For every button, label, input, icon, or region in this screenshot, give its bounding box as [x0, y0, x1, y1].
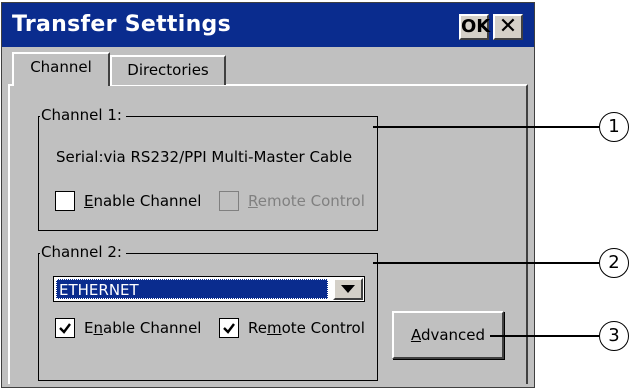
- channel-2-enable-label[interactable]: Enable Channel: [84, 319, 201, 337]
- mnemonic-letter: n: [93, 319, 103, 337]
- dropdown-toggle-button[interactable]: [333, 278, 363, 300]
- channel-1-info: Serial:via RS232/PPI Multi-Master Cable: [56, 148, 353, 166]
- checkmark-icon: [223, 323, 235, 334]
- mnemonic-prefix: Re: [248, 319, 267, 337]
- channel-1-remote-label: Remote Control: [248, 192, 365, 210]
- checkmark-icon: [59, 323, 71, 334]
- close-button[interactable]: ✕: [493, 14, 523, 40]
- channel-1-group: [38, 116, 378, 231]
- callout-1-leader: [373, 126, 599, 128]
- mnemonic-letter: m: [266, 319, 282, 337]
- close-icon: ✕: [498, 14, 518, 39]
- advanced-button[interactable]: Advanced: [392, 311, 504, 359]
- tab-channel[interactable]: Channel: [12, 52, 110, 86]
- mnemonic-suffix: ote Control: [281, 319, 365, 337]
- callout-1-marker: 1: [599, 112, 629, 142]
- channel-2-remote-label[interactable]: Remote Control: [248, 319, 365, 337]
- channel-1-enable-checkbox[interactable]: [55, 191, 75, 211]
- screenshot-stage: Transfer Settings OK ✕ Directories Chann…: [0, 0, 631, 388]
- channel-2-remote-checkbox[interactable]: [219, 318, 239, 338]
- mnemonic-suffix: nable Channel: [93, 192, 202, 210]
- callout-3-marker: 3: [599, 321, 629, 351]
- ok-button[interactable]: OK: [459, 14, 490, 40]
- channel-2-label: Channel 2:: [40, 243, 126, 261]
- mnemonic-suffix: able Channel: [103, 319, 202, 337]
- mnemonic-letter: A: [410, 326, 421, 344]
- title-bar[interactable]: Transfer Settings OK ✕: [2, 3, 534, 47]
- callout-2-marker: 2: [599, 248, 629, 278]
- mnemonic-suffix: dvanced: [420, 326, 486, 344]
- channel-1-enable-label[interactable]: Enable Channel: [84, 192, 201, 210]
- channel-2-enable-checkbox[interactable]: [55, 318, 75, 338]
- dropdown-selected-value: ETHERNET: [56, 279, 328, 299]
- window-title: Transfer Settings: [12, 12, 231, 37]
- channel-2-group: [38, 253, 378, 381]
- channel-1-label: Channel 1:: [40, 106, 126, 124]
- callout-2-leader: [373, 262, 599, 264]
- mnemonic-letter: R: [248, 192, 258, 210]
- callout-3-leader: [490, 335, 599, 337]
- chevron-down-icon: [341, 285, 355, 293]
- channel-2-protocol-dropdown[interactable]: ETHERNET: [53, 276, 365, 302]
- tab-directories[interactable]: Directories: [110, 55, 226, 85]
- channel-1-remote-checkbox: [219, 191, 239, 211]
- mnemonic-suffix: emote Control: [257, 192, 365, 210]
